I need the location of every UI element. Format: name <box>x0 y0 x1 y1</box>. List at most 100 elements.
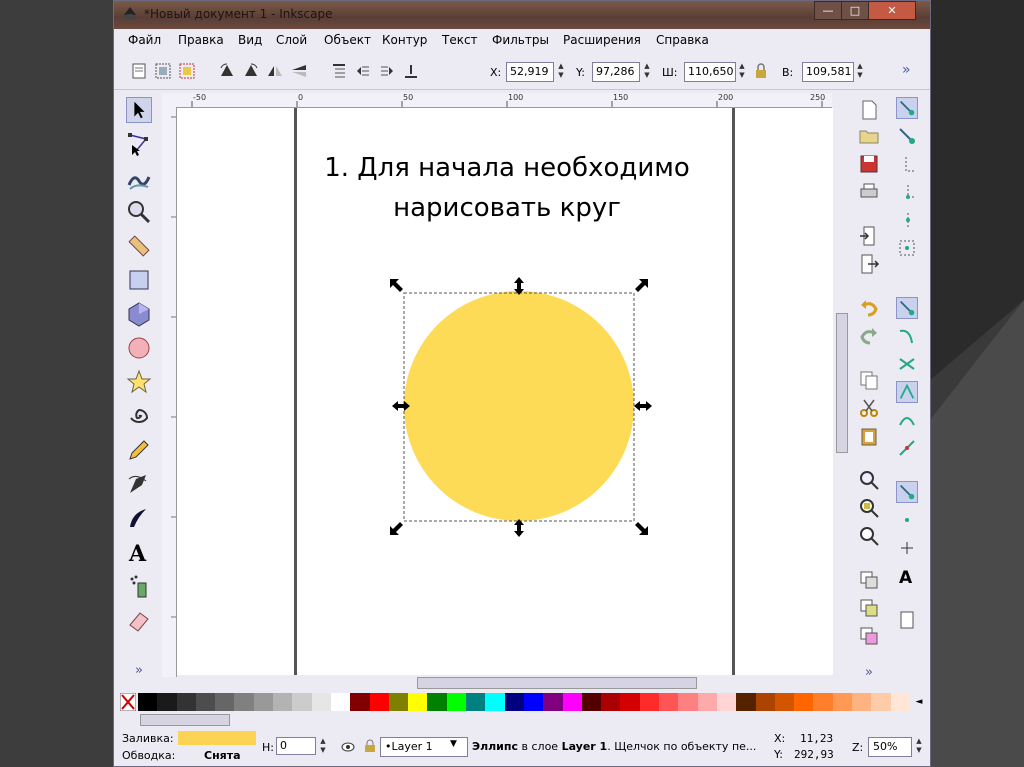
close-button[interactable]: ✕ <box>868 1 916 20</box>
width-spinner[interactable]: ▲ ▼ <box>737 62 747 82</box>
palette-swatch[interactable] <box>138 693 158 711</box>
flip-horizontal-icon[interactable] <box>266 62 284 80</box>
star-tool-icon[interactable] <box>126 369 152 395</box>
lock-icon[interactable] <box>754 62 768 80</box>
select-all-icon[interactable] <box>130 62 148 80</box>
palette-swatch[interactable] <box>755 693 775 711</box>
palette-swatch[interactable] <box>311 693 331 711</box>
palette-swatch[interactable] <box>851 693 872 711</box>
palette-swatch[interactable] <box>466 693 486 711</box>
menu-text[interactable]: Текст <box>442 33 478 47</box>
palette-swatch[interactable] <box>330 693 351 711</box>
raise-to-top-icon[interactable] <box>330 62 348 80</box>
calligraphy-tool-icon[interactable] <box>126 505 152 531</box>
snap-nodes-icon[interactable] <box>896 297 918 319</box>
vertical-scrollbar[interactable] <box>834 93 850 675</box>
palette-scrollbar[interactable] <box>120 713 926 727</box>
new-document-icon[interactable] <box>858 99 880 121</box>
palette-swatch[interactable] <box>215 693 235 711</box>
width-field[interactable]: 110,650 <box>684 62 736 82</box>
deselect-icon[interactable] <box>178 62 196 80</box>
duplicate-icon[interactable] <box>858 569 880 591</box>
fill-swatch[interactable] <box>178 731 256 745</box>
snap-bbox-edges-icon[interactable] <box>896 153 918 175</box>
menu-view[interactable]: Вид <box>238 33 262 47</box>
palette-swatch[interactable] <box>736 693 756 711</box>
palette-swatch[interactable] <box>427 693 447 711</box>
palette-swatch[interactable] <box>562 693 582 711</box>
zoom-field[interactable]: 50% <box>868 737 912 757</box>
zoom-tool-icon[interactable] <box>126 199 152 225</box>
layer-dropdown-button[interactable]: ▼ <box>450 739 457 749</box>
raise-icon[interactable] <box>354 62 372 80</box>
stroke-value[interactable]: Снята <box>204 749 241 762</box>
snap-smooth-nodes-icon[interactable] <box>896 409 918 431</box>
scale-handle-bottom[interactable] <box>514 519 524 537</box>
menu-filters[interactable]: Фильтры <box>492 33 549 47</box>
snap-intersections-icon[interactable] <box>896 353 918 375</box>
zoom-selection-icon[interactable] <box>858 469 880 491</box>
snap-text-baseline-icon[interactable]: A <box>896 565 918 587</box>
unlink-clone-icon[interactable] <box>858 625 880 647</box>
snap-cusp-nodes-icon[interactable] <box>896 381 918 403</box>
x-field[interactable]: 52,919 <box>506 62 554 82</box>
scale-handle-top-right[interactable] <box>635 279 648 292</box>
hue-field[interactable]: 0 <box>276 737 316 755</box>
snap-object-centers-icon[interactable] <box>896 509 918 531</box>
color-palette[interactable] <box>138 693 910 711</box>
palette-swatch[interactable] <box>350 693 370 711</box>
palette-swatch[interactable] <box>890 693 910 711</box>
scale-handle-bottom-right[interactable] <box>635 522 648 535</box>
lower-to-bottom-icon[interactable] <box>402 62 420 80</box>
snap-bbox-icon[interactable] <box>896 125 918 147</box>
export-icon[interactable] <box>858 253 880 275</box>
yellow-circle[interactable] <box>404 291 634 521</box>
save-icon[interactable] <box>858 153 880 175</box>
pen-tool-icon[interactable] <box>126 471 152 497</box>
palette-swatch[interactable] <box>234 693 254 711</box>
palette-swatch[interactable] <box>620 693 640 711</box>
palette-swatch[interactable] <box>485 693 505 711</box>
import-icon[interactable] <box>858 225 880 247</box>
palette-swatch[interactable] <box>408 693 428 711</box>
rectangle-tool-icon[interactable] <box>126 267 152 293</box>
snap-paths-icon[interactable] <box>896 325 918 347</box>
snap-midpoints-icon[interactable] <box>896 437 918 459</box>
horizontal-scroll-thumb[interactable] <box>417 677 697 689</box>
clone-icon[interactable] <box>858 597 880 619</box>
x-spinner[interactable]: ▲ ▼ <box>556 62 566 82</box>
snap-bbox-centers-icon[interactable] <box>896 237 918 259</box>
palette-swatch[interactable] <box>195 693 216 711</box>
y-field[interactable]: 97,286 <box>592 62 640 82</box>
y-spinner[interactable]: ▲ ▼ <box>642 62 652 82</box>
palette-swatch[interactable] <box>659 693 679 711</box>
maximize-button[interactable]: □ <box>841 1 869 20</box>
selector-tool-icon[interactable] <box>126 97 152 123</box>
visibility-eye-icon[interactable] <box>341 741 355 753</box>
menu-edit[interactable]: Правка <box>178 33 224 47</box>
palette-swatch[interactable] <box>813 693 833 711</box>
palette-swatch[interactable] <box>292 693 312 711</box>
lower-icon[interactable] <box>378 62 396 80</box>
scale-handle-top-left[interactable] <box>390 279 403 292</box>
cut-icon[interactable] <box>858 397 880 419</box>
measure-tool-icon[interactable] <box>126 233 152 259</box>
toolbar-overflow-button[interactable]: » <box>902 62 911 78</box>
menu-object[interactable]: Объект <box>324 33 371 47</box>
redo-icon[interactable] <box>858 325 880 347</box>
palette-swatch[interactable] <box>388 693 409 711</box>
snap-bbox-midpoints-icon[interactable] <box>896 209 918 231</box>
toolbox-overflow-button[interactable]: » <box>126 663 152 689</box>
snap-rotation-center-icon[interactable] <box>896 537 918 559</box>
spiral-tool-icon[interactable] <box>126 403 152 429</box>
menu-help[interactable]: Справка <box>656 33 709 47</box>
zoom-page-icon[interactable] <box>858 525 880 547</box>
no-paint-swatch[interactable] <box>120 693 136 711</box>
scale-handle-bottom-left[interactable] <box>390 522 403 535</box>
zoom-spinner[interactable]: ▲ ▼ <box>914 737 924 757</box>
palette-swatch[interactable] <box>157 693 177 711</box>
layer-lock-icon[interactable] <box>364 739 376 753</box>
palette-swatch[interactable] <box>369 693 389 711</box>
palette-swatch[interactable] <box>794 693 814 711</box>
text-tool-icon[interactable]: A <box>126 539 152 565</box>
